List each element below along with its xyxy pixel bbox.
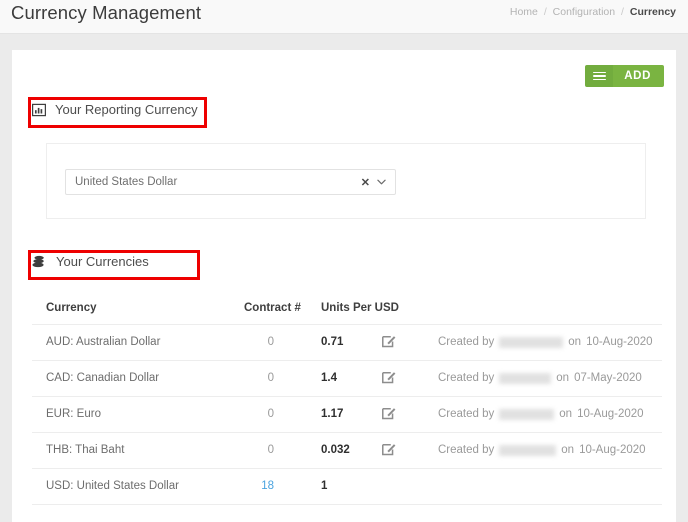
table-body: AUD: Australian Dollar 0 0.71 Created by on 1… [32, 325, 662, 505]
column-header-contract: Contract # [244, 302, 301, 314]
your-currencies-heading-label: Your Currencies [56, 254, 149, 269]
cell-contract-count-link[interactable]: 18 [236, 480, 274, 492]
redacted-username [499, 444, 557, 456]
cell-currency-name: USD: United States Dollar [46, 480, 179, 492]
cell-currency-name: AUD: Australian Dollar [46, 336, 161, 348]
breadcrumb-separator: / [543, 6, 547, 18]
redacted-username [499, 372, 552, 384]
breadcrumb-item-home[interactable]: Home [510, 6, 538, 18]
add-button[interactable]: ADD [585, 65, 664, 87]
edit-pencil-icon[interactable] [381, 405, 397, 421]
cell-created-by: Created by on 07-May-2020 [438, 372, 642, 384]
redacted-username [499, 336, 564, 348]
cell-currency-name: CAD: Canadian Dollar [46, 372, 160, 384]
cell-units-per-usd: 1 [321, 480, 328, 492]
created-on-date: 10-Aug-2020 [586, 336, 653, 348]
created-by-prefix: Created by [438, 336, 495, 348]
breadcrumb-current: Currency [629, 6, 676, 18]
table-row: USD: United States Dollar 18 1 [32, 469, 662, 505]
cell-units-per-usd: 1.17 [321, 408, 344, 420]
cell-currency-name: EUR: Euro [46, 408, 101, 420]
content-card: ADD Your Reporting Currency United State… [12, 50, 676, 522]
currencies-table: Currency Contract # Units Per USD AUD: A… [32, 296, 662, 505]
cell-currency-name: THB: Thai Baht [46, 444, 125, 456]
table-row: THB: Thai Baht 0 0.032 Created by on 10-Aug-2… [32, 433, 662, 469]
page-title: Currency Management [11, 2, 202, 23]
table-header-row: Currency Contract # Units Per USD [32, 296, 662, 325]
cell-contract-count: 0 [267, 444, 274, 456]
cell-contract-count: 0 [267, 336, 274, 348]
hamburger-menu-icon[interactable] [585, 65, 614, 87]
reporting-currency-select-value: United States Dollar [75, 176, 178, 188]
created-on-date: 10-Aug-2020 [577, 408, 644, 420]
cell-units-per-usd: 0.032 [321, 444, 350, 456]
created-on-prefix: on [556, 372, 570, 384]
created-on-prefix: on [559, 408, 573, 420]
table-row: CAD: Canadian Dollar 0 1.4 Created by on 07-M… [32, 361, 662, 397]
breadcrumb-item-configuration[interactable]: Configuration [553, 6, 615, 18]
cell-contract-count: 0 [267, 372, 274, 384]
edit-pencil-icon[interactable] [381, 441, 397, 457]
edit-pencil-icon[interactable] [381, 369, 397, 385]
created-on-prefix: on [568, 336, 582, 348]
close-x-icon[interactable]: ✕ [354, 176, 377, 189]
edit-pencil-icon[interactable] [381, 333, 397, 349]
cell-units-per-usd: 1.4 [321, 372, 337, 384]
chevron-down-icon[interactable] [377, 179, 395, 185]
breadcrumb-separator: / [621, 6, 624, 18]
created-by-prefix: Created by [438, 372, 495, 384]
reporting-currency-select[interactable]: United States Dollar ✕ [65, 169, 396, 195]
redacted-username [499, 408, 555, 420]
column-header-units-per-usd: Units Per USD [321, 302, 399, 314]
add-button-label: ADD [613, 65, 664, 87]
reporting-currency-heading: Your Reporting Currency [32, 102, 198, 117]
cell-created-by: Created by on 10-Aug-2020 [438, 444, 646, 456]
column-header-currency: Currency [46, 302, 97, 314]
cell-units-per-usd: 0.71 [321, 336, 344, 348]
page-header-bar: Currency Management Home / Configuration… [0, 0, 688, 34]
table-row: AUD: Australian Dollar 0 0.71 Created by on 1… [32, 325, 662, 361]
reporting-currency-heading-label: Your Reporting Currency [55, 102, 198, 117]
reporting-currency-panel: United States Dollar ✕ [46, 143, 646, 219]
created-on-date: 07-May-2020 [574, 372, 642, 384]
created-on-date: 10-Aug-2020 [579, 444, 646, 456]
created-by-prefix: Created by [438, 444, 495, 456]
cell-created-by: Created by on 10-Aug-2020 [438, 336, 653, 348]
breadcrumb: Home / Configuration / Currency [510, 6, 676, 18]
created-on-prefix: on [561, 444, 575, 456]
coins-stack-icon [32, 255, 47, 269]
created-by-prefix: Created by [438, 408, 495, 420]
cell-contract-count: 0 [267, 408, 274, 420]
your-currencies-heading: Your Currencies [32, 254, 149, 269]
bar-chart-icon [32, 103, 46, 117]
cell-created-by: Created by on 10-Aug-2020 [438, 408, 644, 420]
table-row: EUR: Euro 0 1.17 Created by on 10-Aug-2020 [32, 397, 662, 433]
